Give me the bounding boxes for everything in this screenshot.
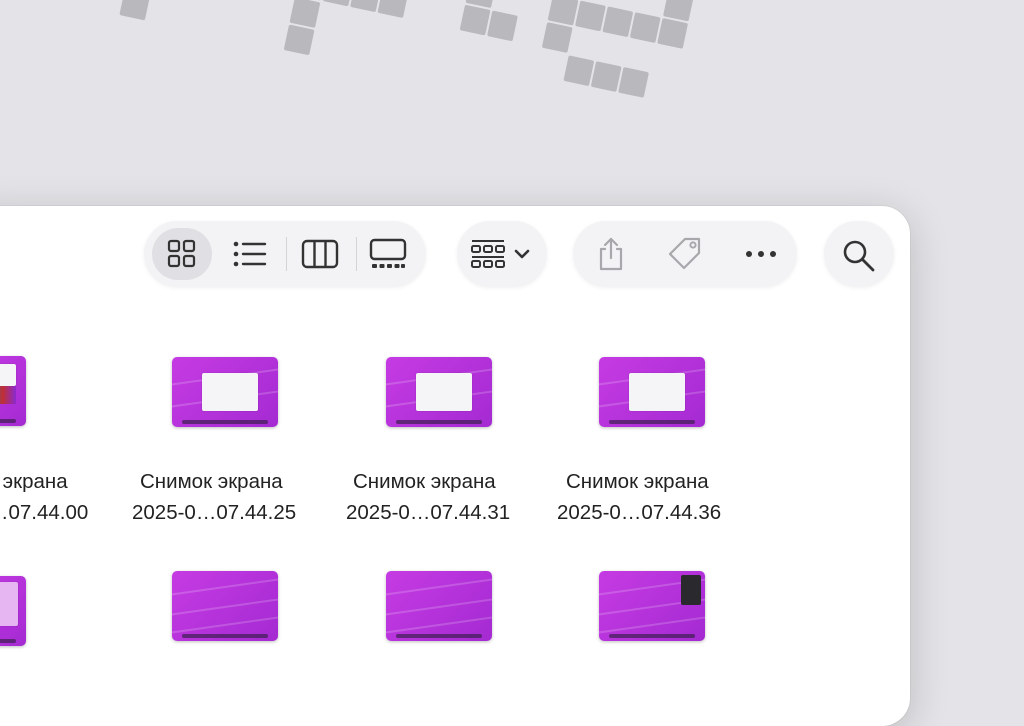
search-button[interactable] [824, 221, 894, 287]
list-icon [233, 241, 267, 267]
finder-window: к экрана …07.44.00 Снимок экрана 2025-0…… [0, 206, 910, 726]
icon-view-button[interactable] [152, 228, 212, 280]
file-name-line2[interactable]: 2025-0…07.44.36 [557, 497, 721, 528]
gallery-icon [369, 238, 407, 268]
file-name-line2[interactable]: 2025-0…07.44.31 [346, 497, 510, 528]
list-view-button[interactable] [220, 228, 280, 280]
file-thumbnail[interactable] [172, 571, 278, 641]
file-thumbnail[interactable] [0, 576, 26, 646]
more-button[interactable] [731, 228, 791, 280]
gallery-view-button[interactable] [358, 228, 418, 280]
group-by-button[interactable] [457, 221, 547, 287]
file-name-line1[interactable]: к экрана [0, 466, 68, 497]
column-view-button[interactable] [290, 228, 350, 280]
share-button[interactable] [581, 228, 641, 280]
divider [286, 237, 287, 271]
chevron-down-icon [514, 249, 530, 259]
share-icon [599, 237, 623, 271]
file-thumbnail[interactable] [386, 571, 492, 641]
file-thumbnail[interactable] [386, 357, 492, 427]
view-mode-group [144, 221, 426, 287]
file-thumbnail[interactable] [599, 357, 705, 427]
file-thumbnail[interactable] [0, 356, 26, 426]
file-name-line2[interactable]: 2025-0…07.44.25 [132, 497, 296, 528]
columns-icon [301, 239, 339, 269]
search-icon [843, 240, 875, 272]
divider [356, 237, 357, 271]
grid-icon [167, 239, 196, 268]
ellipsis-icon [746, 251, 776, 257]
tag-button[interactable] [655, 228, 715, 280]
file-thumbnail[interactable] [599, 571, 705, 641]
file-name-line1[interactable]: Снимок экрана [140, 466, 283, 497]
file-thumbnail[interactable] [172, 357, 278, 427]
file-name-line1[interactable]: Снимок экрана [353, 466, 496, 497]
group-grid-icon [471, 239, 531, 269]
file-name-line2[interactable]: …07.44.00 [0, 497, 88, 528]
actions-group [573, 221, 797, 287]
file-name-line1[interactable]: Снимок экрана [566, 466, 709, 497]
tag-icon [668, 237, 701, 270]
